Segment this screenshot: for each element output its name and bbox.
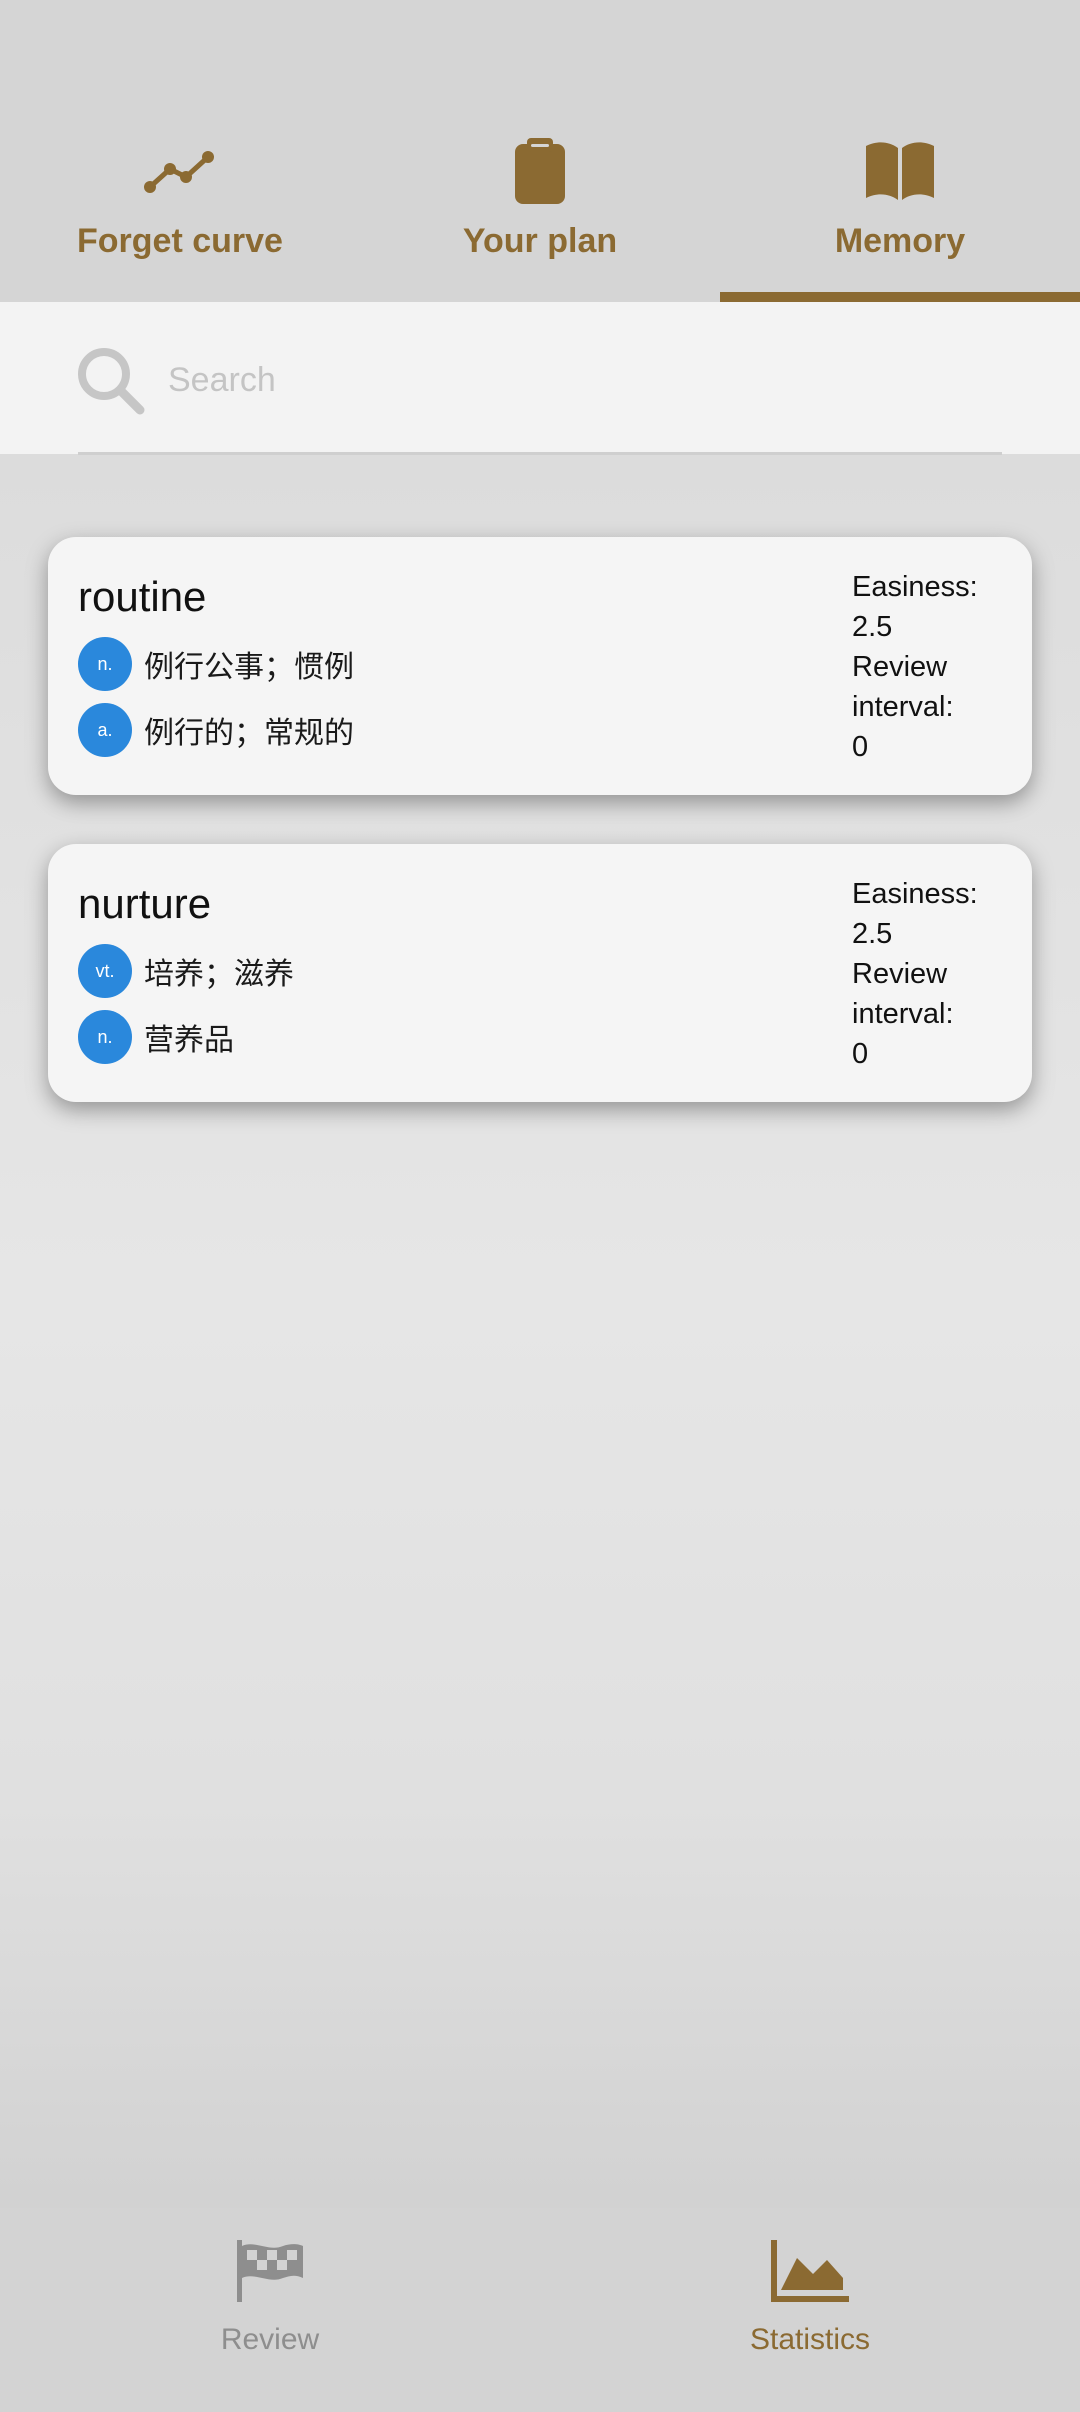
easiness-label: Easiness:	[852, 878, 978, 910]
tab-label: Forget curve	[77, 222, 283, 260]
definition-row: n. 营养品	[78, 1010, 234, 1064]
tab-memory[interactable]: Memory	[720, 130, 1080, 302]
book-icon	[864, 130, 936, 212]
interval-value: 0	[852, 1038, 869, 1070]
interval-label: interval:	[852, 998, 954, 1030]
nav-statistics[interactable]: Statistics	[680, 2238, 940, 2357]
pos-badge: n.	[78, 1010, 132, 1064]
card-stats: Easiness: 2.5 Review interval: 0	[852, 874, 1022, 1074]
pos-badge: a.	[78, 703, 132, 757]
word-card[interactable]: nurture vt. 培养；滋养 n. 营养品 Easiness: 2.5 R…	[48, 844, 1032, 1102]
search-underline	[78, 452, 1002, 455]
card-word: nurture	[78, 880, 212, 927]
definition-row: a. 例行的；常规的	[78, 703, 354, 757]
search-input[interactable]	[168, 342, 988, 418]
easiness-label: Easiness:	[852, 571, 978, 603]
definition-text: 培养；滋养	[144, 957, 294, 992]
card-word: routine	[78, 573, 207, 620]
definition-text: 例行公事；惯例	[144, 650, 354, 685]
word-card[interactable]: routine n. 例行公事；惯例 a. 例行的；常规的 Easiness: …	[48, 537, 1032, 795]
clipboard-icon	[513, 130, 567, 212]
bottom-navigation: Review Statistics	[0, 2208, 1080, 2412]
card-stats: Easiness: 2.5 Review interval: 0	[852, 567, 1022, 767]
nav-label: Statistics	[749, 2323, 871, 2356]
active-tab-indicator	[720, 292, 1080, 302]
tab-your-plan[interactable]: Your plan	[360, 130, 720, 302]
tab-forget-curve[interactable]: Forget curve	[0, 130, 360, 302]
interval-label: interval:	[852, 691, 954, 723]
definition-row: vt. 培养；滋养	[78, 944, 294, 998]
nav-label: Review	[220, 2323, 320, 2356]
line-chart-icon	[144, 130, 216, 212]
checkered-flag-icon	[233, 2238, 307, 2309]
search-icon	[76, 346, 146, 421]
interval-label: Review	[852, 651, 948, 683]
pos-badge: n.	[78, 637, 132, 691]
top-tab-bar: Forget curve Your plan Memory	[0, 0, 1080, 302]
easiness-value: 2.5	[852, 611, 893, 643]
pos-badge: vt.	[78, 944, 132, 998]
interval-value: 0	[852, 731, 869, 763]
area-chart-icon	[769, 2238, 851, 2309]
search-bar	[0, 302, 1080, 454]
definition-text: 营养品	[144, 1023, 234, 1058]
tab-label: Your plan	[462, 222, 618, 260]
definition-row: n. 例行公事；惯例	[78, 637, 354, 691]
easiness-value: 2.5	[852, 918, 893, 950]
definition-text: 例行的；常规的	[144, 716, 354, 751]
nav-review[interactable]: Review	[140, 2238, 400, 2357]
tab-label: Memory	[834, 222, 966, 260]
interval-label: Review	[852, 958, 948, 990]
